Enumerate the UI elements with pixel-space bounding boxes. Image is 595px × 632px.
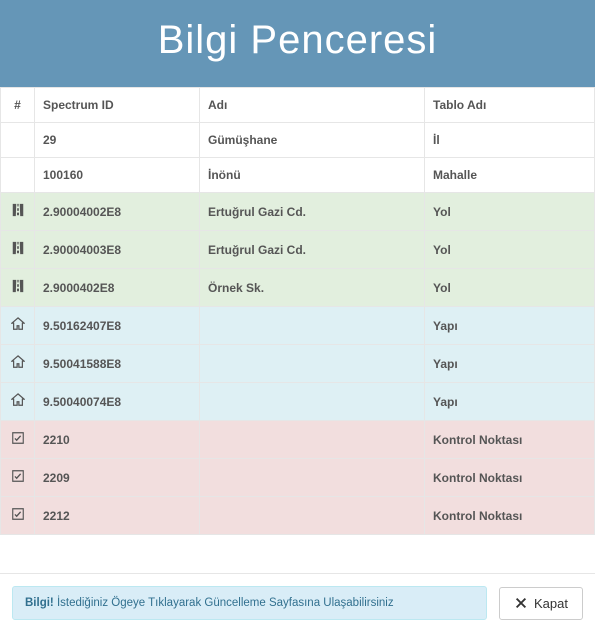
home-icon [11,317,25,331]
modal-footer: Bilgi! İstediğiniz Ögeye Tıklayarak Günc… [0,573,595,632]
row-table-name: Yapı [425,307,595,345]
close-icon [514,596,528,610]
info-table: # Spectrum ID Adı Tablo Adı 29Gümüşhaneİ… [0,87,595,535]
table-row[interactable]: 2212 Kontrol Noktası [1,497,595,535]
row-table-name: Kontrol Noktası [425,497,595,535]
row-table-name: Yol [425,193,595,231]
modal-title: Bilgi Penceresi [0,18,595,63]
row-name: Gümüşhane [200,123,425,158]
table-header-row: # Spectrum ID Adı Tablo Adı [1,88,595,123]
row-name [200,459,425,497]
info-alert-text: İstediğiniz Ögeye Tıklayarak Güncelleme … [54,597,394,609]
row-spectrum-id: 2209 [35,459,200,497]
road-icon [11,203,25,217]
row-table-name: Yapı [425,383,595,421]
row-name: Örnek Sk. [200,269,425,307]
col-header-table-name[interactable]: Tablo Adı [425,88,595,123]
row-icon-cell [1,345,35,383]
row-table-name: Yapı [425,345,595,383]
row-icon-cell [1,269,35,307]
row-table-name: Yol [425,269,595,307]
row-icon-cell [1,123,35,158]
table-row[interactable]: 9.50041588E8 Yapı [1,345,595,383]
table-row[interactable]: 2210 Kontrol Noktası [1,421,595,459]
table-row[interactable]: 100160İnönüMahalle [1,158,595,193]
row-spectrum-id: 9.50040074E8 [35,383,200,421]
row-table-name: Kontrol Noktası [425,421,595,459]
info-alert: Bilgi! İstediğiniz Ögeye Tıklayarak Günc… [12,586,487,620]
row-table-name: İl [425,123,595,158]
row-spectrum-id: 2.9000402E8 [35,269,200,307]
table-row[interactable]: 29Gümüşhaneİl [1,123,595,158]
table-row[interactable]: 9.50162407E8 Yapı [1,307,595,345]
modal-header: Bilgi Penceresi [0,0,595,87]
row-table-name: Kontrol Noktası [425,459,595,497]
info-window-modal: Bilgi Penceresi # Spectrum ID Adı Tablo … [0,0,595,632]
row-spectrum-id: 2210 [35,421,200,459]
row-table-name: Mahalle [425,158,595,193]
col-header-name[interactable]: Adı [200,88,425,123]
row-spectrum-id: 100160 [35,158,200,193]
row-table-name: Yol [425,231,595,269]
road-icon [11,241,25,255]
check-icon [11,507,25,521]
close-button-label: Kapat [534,596,568,611]
row-name [200,497,425,535]
row-name: İnönü [200,158,425,193]
check-icon [11,431,25,445]
row-name [200,345,425,383]
table-row[interactable]: 2.90004003E8Ertuğrul Gazi Cd.Yol [1,231,595,269]
row-spectrum-id: 29 [35,123,200,158]
table-row[interactable]: 9.50040074E8 Yapı [1,383,595,421]
table-row[interactable]: 2209 Kontrol Noktası [1,459,595,497]
check-icon [11,469,25,483]
row-name [200,383,425,421]
home-icon [11,355,25,369]
row-name [200,421,425,459]
close-button[interactable]: Kapat [499,587,583,620]
table-row[interactable]: 2.90004002E8Ertuğrul Gazi Cd.Yol [1,193,595,231]
road-icon [11,279,25,293]
row-icon-cell [1,383,35,421]
row-spectrum-id: 9.50162407E8 [35,307,200,345]
row-name: Ertuğrul Gazi Cd. [200,193,425,231]
table-row[interactable]: 2.9000402E8Örnek Sk.Yol [1,269,595,307]
row-spectrum-id: 2.90004002E8 [35,193,200,231]
row-icon-cell [1,307,35,345]
table-container: # Spectrum ID Adı Tablo Adı 29Gümüşhaneİ… [0,87,595,573]
row-icon-cell [1,158,35,193]
col-header-hash[interactable]: # [1,88,35,123]
row-icon-cell [1,459,35,497]
row-icon-cell [1,231,35,269]
row-spectrum-id: 2.90004003E8 [35,231,200,269]
row-icon-cell [1,497,35,535]
home-icon [11,393,25,407]
row-spectrum-id: 2212 [35,497,200,535]
row-icon-cell [1,193,35,231]
row-icon-cell [1,421,35,459]
row-spectrum-id: 9.50041588E8 [35,345,200,383]
col-header-spectrum-id[interactable]: Spectrum ID [35,88,200,123]
row-name [200,307,425,345]
row-name: Ertuğrul Gazi Cd. [200,231,425,269]
info-alert-strong: Bilgi! [25,597,54,609]
